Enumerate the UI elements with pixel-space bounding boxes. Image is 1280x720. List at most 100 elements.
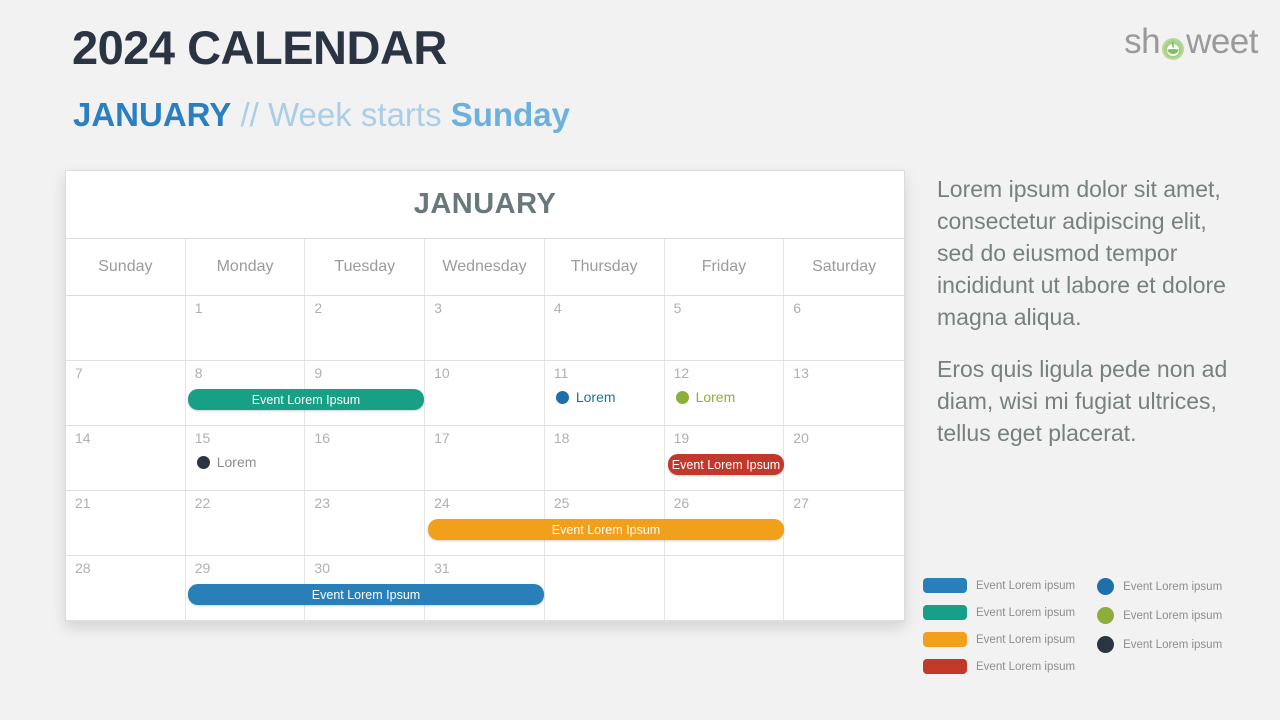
calendar-day-cell-5[interactable]: 5 xyxy=(665,296,785,360)
day-number: 18 xyxy=(553,430,570,446)
calendar-day-cell-20[interactable]: 20 xyxy=(784,426,904,490)
calendar-day-cell-11[interactable]: 11 Lorem xyxy=(545,361,665,425)
event-label: Lorem xyxy=(216,454,257,470)
event-label: Lorem xyxy=(695,389,736,405)
day-dot-event[interactable]: Lorem xyxy=(675,389,736,405)
day-number: 1 xyxy=(194,300,203,316)
calendar-day-cell-3[interactable]: 3 xyxy=(425,296,545,360)
day-number: 13 xyxy=(793,365,809,381)
page-title: 2024 CALENDAR xyxy=(72,21,447,74)
calendar-event-bar[interactable]: Event Lorem Ipsum xyxy=(428,519,784,540)
legend-item: Event Lorem ipsum xyxy=(1097,607,1222,624)
weekday-header-thursday: Thursday xyxy=(545,239,665,295)
event-label: Lorem xyxy=(575,389,616,405)
calendar-day-cell-6[interactable]: 6 xyxy=(784,296,904,360)
description-paragraph-1: Lorem ipsum dolor sit amet, consectetur … xyxy=(937,176,1226,330)
weekday-header-friday: Friday xyxy=(665,239,785,295)
legend-dot-swatch xyxy=(1097,607,1115,624)
day-number: 21 xyxy=(75,495,91,511)
day-number: 8 xyxy=(194,365,203,381)
day-number: 29 xyxy=(194,560,211,576)
calendar-day-cell-10[interactable]: 10 xyxy=(425,361,545,425)
legend-label: Event Lorem ipsum xyxy=(976,579,1076,592)
subtitle-month: JANUARY xyxy=(73,96,232,133)
logo-text-after: weet xyxy=(1186,22,1258,61)
weekday-header-monday: Monday xyxy=(186,239,306,295)
legend-label: Event Lorem ipsum xyxy=(976,660,1076,673)
calendar-event-bar[interactable]: Event Lorem Ipsum xyxy=(188,389,424,410)
calendar-day-cell-4[interactable]: 4 xyxy=(545,296,665,360)
calendar-day-cell-1[interactable]: 1 xyxy=(186,296,306,360)
weekday-header-sunday: Sunday xyxy=(66,239,186,295)
legend-item: Event Lorem ipsum xyxy=(923,659,1075,674)
day-number: 5 xyxy=(673,300,682,316)
day-dot-event[interactable]: Lorem xyxy=(555,389,616,405)
day-number: 4 xyxy=(553,300,562,316)
day-number: 24 xyxy=(434,495,450,511)
calendar-day-cell-15[interactable]: 15 Lorem xyxy=(186,426,306,490)
legend-dot-swatch xyxy=(1097,578,1115,595)
day-number: 22 xyxy=(194,495,211,511)
calendar-grid: 1 2 3 4 5 6 7 8 9 10 11 Lorem 12 Lorem 13 14 15 Lorem 16 17… xyxy=(66,296,904,621)
legend-label: Event Lorem ipsum xyxy=(1123,580,1223,593)
calendar-day-cell-empty xyxy=(784,556,904,620)
legend-label: Event Lorem ipsum xyxy=(976,606,1076,619)
calendar-day-cell-18[interactable]: 18 xyxy=(545,426,665,490)
day-number: 7 xyxy=(75,365,83,381)
legend-item: Event Lorem ipsum xyxy=(1097,636,1222,653)
calendar-day-cell-23[interactable]: 23 xyxy=(305,491,426,555)
calendar-day-cell-empty xyxy=(545,556,665,620)
event-dot-icon xyxy=(675,390,689,404)
calendar-day-cell-7[interactable]: 7 xyxy=(66,361,186,425)
weekday-header-wednesday: Wednesday xyxy=(425,239,545,295)
day-number: 26 xyxy=(673,495,690,511)
description-paragraph-2: Eros quis ligula pede non ad diam, wisi … xyxy=(937,355,1228,446)
day-dot-event[interactable]: Lorem xyxy=(196,454,257,470)
legend-item: Event Lorem ipsum xyxy=(923,578,1075,593)
day-number: 30 xyxy=(314,560,330,576)
calendar-event-bar[interactable]: Event Lorem Ipsum xyxy=(668,454,784,475)
legend-label: Event Lorem ipsum xyxy=(976,633,1076,646)
day-number: 10 xyxy=(434,365,450,381)
calendar-day-cell-13[interactable]: 13 xyxy=(784,361,904,425)
calendar-day-cell-14[interactable]: 14 xyxy=(66,426,186,490)
legend-item: Event Lorem ipsum xyxy=(923,632,1075,647)
legend-item: Event Lorem ipsum xyxy=(923,605,1075,620)
calendar-day-cell-22[interactable]: 22 xyxy=(186,491,306,555)
legend-label: Event Lorem ipsum xyxy=(1123,609,1223,622)
subtitle-separator: // Week starts xyxy=(231,96,451,133)
legend-bar-swatch xyxy=(923,578,967,593)
day-number: 17 xyxy=(434,430,450,446)
day-number: 2 xyxy=(314,300,323,316)
calendar-day-cell-28[interactable]: 28 xyxy=(66,556,186,620)
legend-label: Event Lorem ipsum xyxy=(1123,638,1223,651)
calendar-day-cell-21[interactable]: 21 xyxy=(66,491,186,555)
day-number: 6 xyxy=(793,300,802,316)
subtitle-weekday: Sunday xyxy=(450,96,570,133)
calendar-day-cell-27[interactable]: 27 xyxy=(784,491,904,555)
event-dot-icon xyxy=(555,390,569,404)
day-number: 25 xyxy=(553,495,570,511)
day-number: 19 xyxy=(673,430,690,446)
legend-bar-swatch xyxy=(923,659,967,674)
legend-item: Event Lorem ipsum xyxy=(1097,578,1222,595)
calendar-day-cell-2[interactable]: 2 xyxy=(305,296,426,360)
calendar-day-cell-16[interactable]: 16 xyxy=(305,426,426,490)
legend-bar-swatch xyxy=(923,605,967,620)
weekday-header-tuesday: Tuesday xyxy=(305,239,426,295)
legend: Event Lorem ipsum Event Lorem ipsum Event … xyxy=(923,578,1268,674)
calendar-day-cell-empty xyxy=(665,556,785,620)
day-number: 27 xyxy=(793,495,809,511)
legend-dot-column: Event Lorem ipsum Event Lorem ipsum Event … xyxy=(1097,578,1222,674)
day-number: 31 xyxy=(434,560,450,576)
page-subtitle: JANUARY // Week starts Sunday xyxy=(73,95,570,135)
calendar-day-cell-empty xyxy=(66,296,186,360)
calendar-event-bar[interactable]: Event Lorem Ipsum xyxy=(188,584,544,605)
day-number: 9 xyxy=(314,365,323,381)
legend-bar-swatch xyxy=(923,632,967,647)
calendar-month-title: JANUARY xyxy=(66,171,904,239)
day-number: 12 xyxy=(673,365,690,381)
calendar-day-cell-17[interactable]: 17 xyxy=(425,426,545,490)
calendar-day-cell-12[interactable]: 12 Lorem xyxy=(665,361,785,425)
day-number: 23 xyxy=(314,495,330,511)
